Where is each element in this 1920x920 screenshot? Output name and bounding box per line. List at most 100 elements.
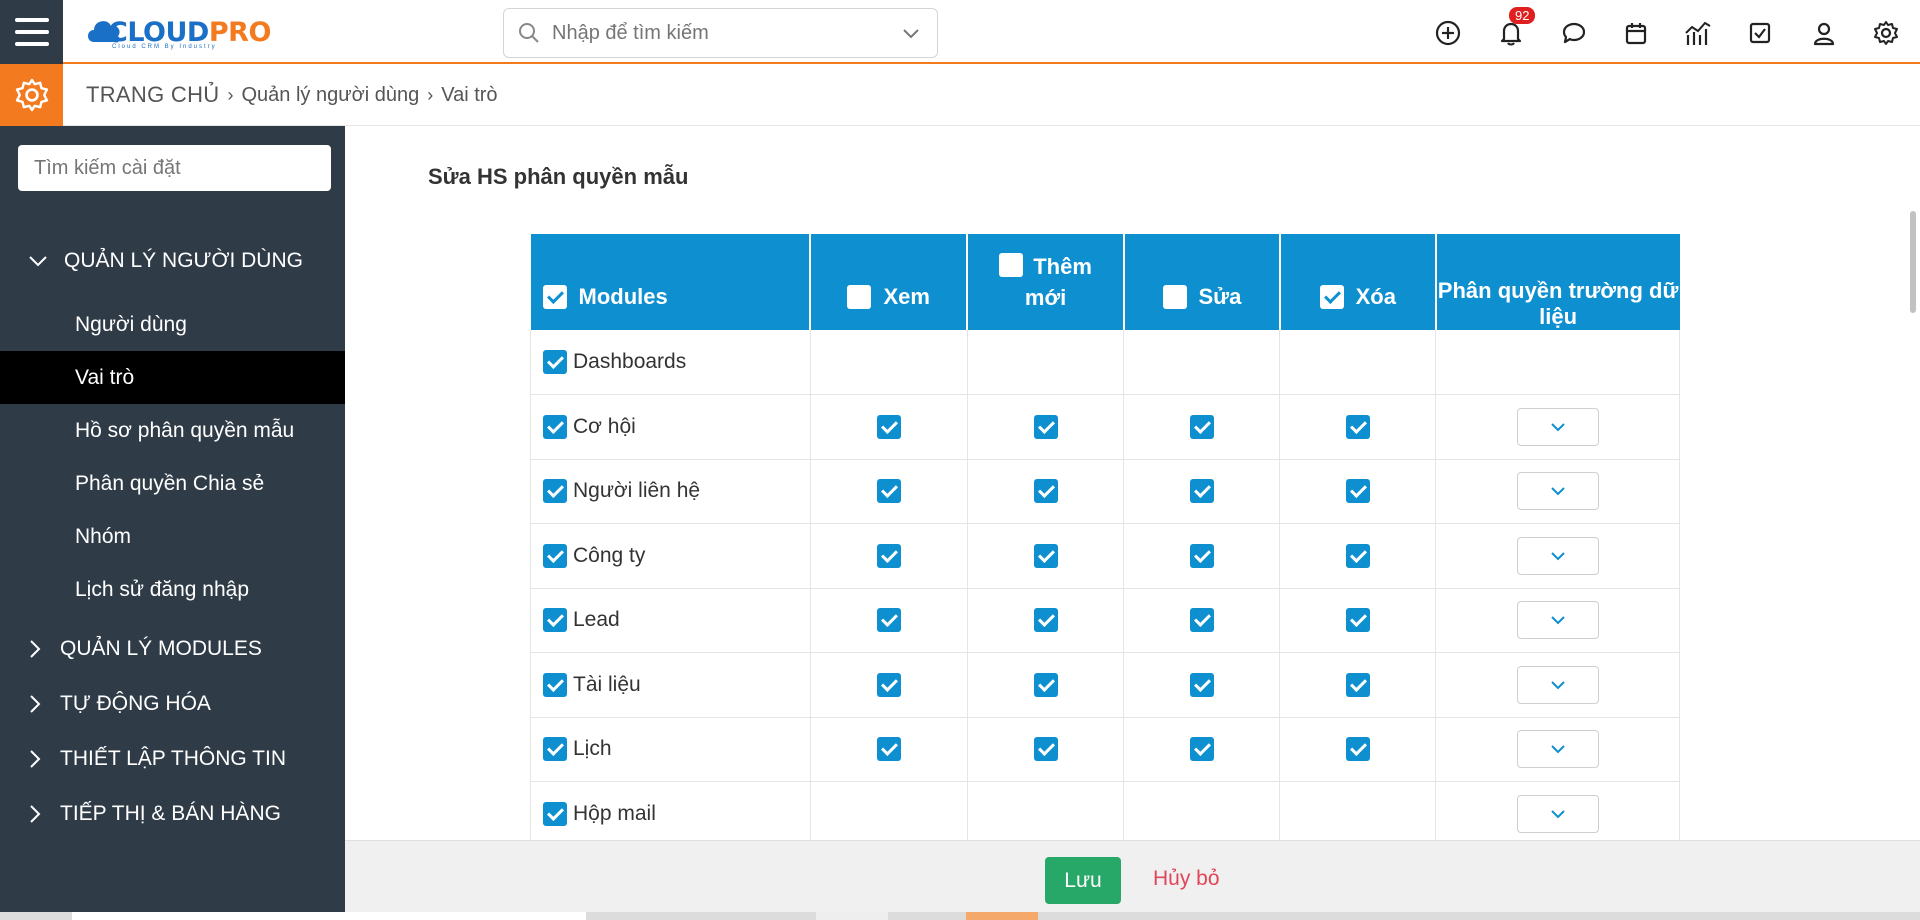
field-permission-dropdown[interactable]: [1516, 730, 1599, 769]
select-all-delete-checkbox[interactable]: [1319, 285, 1344, 309]
breadcrumb-bar: TRANG CHỦ › Quản lý người dùng › Vai trò: [0, 64, 1920, 126]
field-permission-dropdown[interactable]: [1516, 407, 1599, 446]
view-checkbox[interactable]: [876, 414, 901, 439]
sidebar-item-roles[interactable]: Vai trò: [0, 351, 345, 404]
global-search[interactable]: [503, 8, 938, 58]
chat-icon[interactable]: [1556, 15, 1592, 51]
form-footer: Lưu Hủy bỏ: [345, 840, 1920, 920]
view-checkbox[interactable]: [876, 608, 901, 633]
col-add: Thêm mới: [967, 234, 1125, 330]
edit-checkbox[interactable]: [1189, 543, 1214, 568]
edit-cell: [1123, 588, 1281, 653]
col-modules: Modules: [530, 234, 812, 330]
scrollbar-thumb[interactable]: [1910, 211, 1916, 313]
field-permission-dropdown[interactable]: [1516, 794, 1599, 833]
sidebar-item-groups[interactable]: Nhóm: [0, 510, 345, 563]
sidebar-item-login-history[interactable]: Lịch sử đăng nhập: [0, 563, 345, 616]
menu-toggle-button[interactable]: [0, 0, 63, 64]
sidebar-group-automation[interactable]: TỰ ĐỘNG HÓA: [0, 678, 345, 730]
logo-main-text: CLOUD: [108, 16, 209, 48]
view-checkbox[interactable]: [876, 672, 901, 697]
edit-cell: [1123, 652, 1281, 718]
breadcrumb-user-management[interactable]: Quản lý người dùng: [241, 84, 419, 107]
field-permission-dropdown[interactable]: [1516, 472, 1599, 511]
module-checkbox[interactable]: [543, 414, 567, 439]
sidebar-group-user-management[interactable]: QUẢN LÝ NGƯỜI DÙNG: [0, 235, 345, 287]
select-all-add-checkbox[interactable]: [999, 253, 1024, 277]
main-content: Sửa HS phân quyền mẫu Modules Xem Thêm mớ…: [345, 126, 1920, 847]
select-all-view-checkbox[interactable]: [847, 285, 872, 309]
field-permission-dropdown[interactable]: [1516, 536, 1599, 575]
module-checkbox[interactable]: [543, 350, 567, 374]
checkbox-icon[interactable]: [1742, 15, 1778, 51]
plus-circle-icon[interactable]: [1174, 14, 1210, 50]
module-checkbox[interactable]: [543, 672, 567, 697]
add-checkbox[interactable]: [1033, 479, 1058, 504]
delete-checkbox[interactable]: [1345, 543, 1370, 568]
delete-checkbox[interactable]: [1345, 479, 1370, 504]
calendar-icon[interactable]: [1618, 15, 1654, 51]
view-checkbox[interactable]: [876, 543, 901, 568]
settings-search-input[interactable]: [18, 145, 331, 191]
cancel-button[interactable]: Hủy bỏ: [1153, 867, 1220, 891]
settings-badge[interactable]: [0, 64, 63, 126]
edit-checkbox[interactable]: [1189, 479, 1214, 504]
field-permission-dropdown[interactable]: [1516, 601, 1599, 640]
edit-checkbox[interactable]: [1189, 414, 1214, 439]
view-checkbox[interactable]: [876, 737, 901, 762]
module-checkbox[interactable]: [543, 543, 567, 568]
top-header: CLOUDPRO Cloud CRM By Industry 92: [0, 0, 1920, 64]
field-permission-dropdown[interactable]: [1516, 665, 1599, 704]
add-checkbox[interactable]: [1033, 737, 1058, 762]
add-checkbox[interactable]: [1033, 608, 1058, 633]
delete-cell: [1279, 781, 1437, 847]
gear-icon[interactable]: [1868, 15, 1904, 51]
add-checkbox[interactable]: [1033, 672, 1058, 697]
user-icon[interactable]: [1806, 15, 1842, 51]
field-perm-cell: [1435, 523, 1680, 589]
chevron-down-icon: [1550, 487, 1565, 496]
module-checkbox[interactable]: [543, 801, 567, 826]
module-checkbox[interactable]: [543, 608, 567, 633]
sidebar-item-users[interactable]: Người dùng: [0, 298, 345, 351]
view-checkbox[interactable]: [876, 479, 901, 504]
add-checkbox[interactable]: [1033, 414, 1058, 439]
global-search-input[interactable]: [552, 21, 882, 45]
sidebar-group-label: QUẢN LÝ NGƯỜI DÙNG: [64, 249, 303, 272]
add-cell: [967, 588, 1125, 653]
delete-checkbox[interactable]: [1345, 608, 1370, 633]
breadcrumb-home[interactable]: TRANG CHỦ: [86, 82, 219, 108]
chevron-down-icon: [1550, 552, 1565, 561]
horizontal-scrollbar[interactable]: [0, 912, 1920, 920]
sidebar-group-modules[interactable]: QUẢN LÝ MODULES: [0, 623, 345, 675]
chevron-right-icon: [28, 694, 50, 714]
select-all-modules-checkbox[interactable]: [542, 285, 567, 309]
edit-cell: [1123, 717, 1281, 782]
save-button[interactable]: Lưu: [1045, 857, 1121, 904]
edit-checkbox[interactable]: [1189, 737, 1214, 762]
plus-circle-icon[interactable]: [1430, 15, 1466, 51]
select-all-edit-checkbox[interactable]: [1162, 285, 1187, 309]
cloudpro-logo[interactable]: CLOUDPRO Cloud CRM By Industry: [84, 10, 271, 54]
chevron-down-icon[interactable]: [901, 23, 921, 43]
module-checkbox[interactable]: [543, 479, 567, 504]
delete-checkbox[interactable]: [1345, 672, 1370, 697]
breadcrumb-roles[interactable]: Vai trò: [441, 84, 497, 107]
add-checkbox[interactable]: [1033, 543, 1058, 568]
sidebar-group-label: TỰ ĐỘNG HÓA: [60, 692, 211, 715]
sidebar-item-sharing[interactable]: Phân quyền Chia sẻ: [0, 457, 345, 510]
view-cell: [810, 652, 968, 718]
delete-checkbox[interactable]: [1345, 737, 1370, 762]
edit-checkbox[interactable]: [1189, 608, 1214, 633]
sidebar-group-marketing-sales[interactable]: TIẾP THỊ & BÁN HÀNG: [0, 788, 345, 840]
sidebar-group-info-setup[interactable]: THIẾT LẬP THÔNG TIN: [0, 733, 345, 785]
sidebar-item-profiles[interactable]: Hồ sơ phân quyền mẫu: [0, 404, 345, 457]
scrollbar-segment: [72, 912, 586, 920]
vertical-scrollbar[interactable]: [1906, 126, 1920, 840]
module-checkbox[interactable]: [543, 737, 567, 762]
delete-checkbox[interactable]: [1345, 414, 1370, 439]
add-cell: [967, 717, 1125, 782]
edit-checkbox[interactable]: [1189, 672, 1214, 697]
chart-icon[interactable]: [1680, 15, 1716, 51]
bell-icon[interactable]: 92: [1493, 7, 1536, 51]
